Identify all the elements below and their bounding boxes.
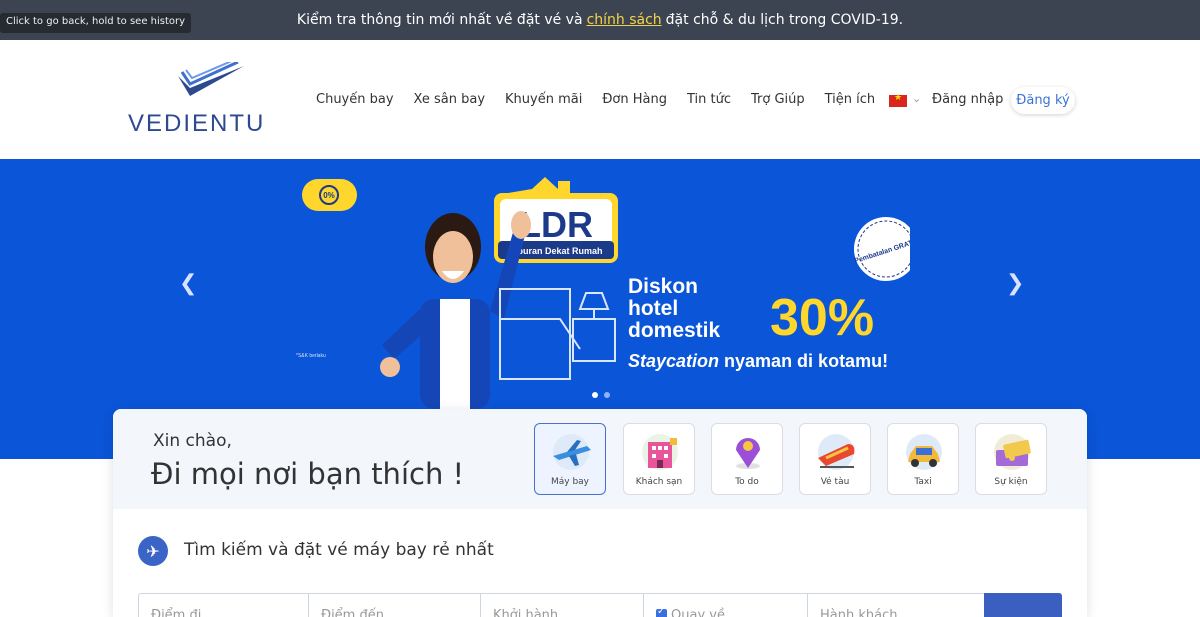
plane-badge-icon: ✈	[138, 536, 168, 566]
search-title: Tìm kiếm và đặt vé máy bay rẻ nhất	[184, 540, 494, 560]
ticket-icon	[994, 434, 1031, 470]
service-label: Khách sạn	[635, 477, 683, 487]
ldr-subtitle: Liburan Dekat Rumah	[509, 246, 602, 256]
badge-text: 0%	[323, 191, 335, 200]
main-nav: Chuyến bay Xe sân bay Khuyến mãi Đơn Hàn…	[316, 92, 895, 107]
service-hotels[interactable]: Khách sạn	[623, 423, 695, 495]
nav-utilities[interactable]: Tiện ích	[825, 92, 876, 107]
register-button[interactable]: Đăng ký	[1011, 87, 1075, 114]
discount-value: 30%	[770, 289, 874, 347]
nav-news[interactable]: Tin tức	[687, 92, 731, 107]
return-checkbox[interactable]	[656, 606, 667, 617]
carousel-dot[interactable]	[592, 392, 598, 398]
carousel-next-icon[interactable]: ❯	[1006, 271, 1024, 296]
notice-text-after: đặt chỗ & du lịch trong COVID-19.	[665, 12, 904, 28]
fineprint: *S&K berlaku	[296, 353, 326, 359]
service-label: Taxi	[914, 477, 932, 487]
promo-line-3: domestik	[628, 319, 721, 342]
service-label: Máy bay	[550, 477, 590, 487]
tagline-emphasis: Staycation	[628, 351, 719, 371]
svg-text:Staycation nyaman di kotamu!: Staycation nyaman di kotamu!	[628, 351, 888, 371]
nav-flights[interactable]: Chuyến bay	[316, 92, 394, 107]
train-icon	[818, 434, 855, 470]
destination-field[interactable]: Điểm đến	[309, 594, 481, 617]
search-button[interactable]	[984, 593, 1062, 617]
notice-text-before: Kiểm tra thông tin mới nhất về đặt vé và	[296, 12, 583, 28]
service-taxi[interactable]: Taxi	[887, 423, 959, 495]
promo-banner[interactable]: 0% LDR Liburan Dekat Rumah Pembatalan GR…	[290, 159, 910, 409]
nav-airport-transfer[interactable]: Xe sân bay	[414, 92, 485, 107]
service-label: To do	[735, 477, 759, 487]
service-todo[interactable]: To do	[711, 423, 783, 495]
greeting-text: Xin chào,	[153, 431, 232, 451]
passengers-field[interactable]: Hành khách	[808, 594, 985, 617]
airplane-icon	[553, 434, 591, 470]
slogan-heading: Đi mọi nơi bạn thích !	[151, 457, 465, 491]
tagline-text: nyaman di kotamu!	[719, 351, 888, 371]
taxi-icon	[906, 434, 942, 470]
nav-help[interactable]: Trợ Giúp	[751, 92, 805, 107]
back-tooltip: Click to go back, hold to see history	[0, 13, 192, 33]
return-label: Quay về	[671, 608, 725, 617]
login-link[interactable]: Đăng nhập	[932, 92, 1003, 107]
service-events[interactable]: Sự kiện	[975, 423, 1047, 495]
service-label: Sự kiện	[994, 477, 1028, 487]
service-flights[interactable]: Máy bay	[534, 423, 606, 495]
chevron-down-icon[interactable]: ⌄	[912, 92, 921, 105]
carousel-prev-icon[interactable]: ❮	[179, 271, 197, 296]
depart-date-field[interactable]: Khởi hành	[481, 594, 644, 617]
booking-panel: Xin chào, Đi mọi nơi bạn thích ! Máy bay…	[113, 409, 1087, 617]
map-pin-icon	[736, 438, 760, 469]
flight-search-form: Điểm đi Điểm đến Khởi hành Quay về Hành …	[138, 593, 1062, 617]
promo-line-2: hotel	[628, 297, 678, 320]
nav-promotions[interactable]: Khuyến mãi	[505, 92, 582, 107]
logo-text[interactable]: VEDIENTU	[128, 110, 265, 138]
service-label: Vé tàu	[820, 477, 850, 487]
policy-link[interactable]: chính sách	[587, 12, 662, 28]
carousel-dot[interactable]	[604, 392, 610, 398]
origin-field[interactable]: Điểm đi	[139, 594, 309, 617]
hotel-icon	[642, 434, 678, 470]
service-trains[interactable]: Vé tàu	[799, 423, 871, 495]
nav-orders[interactable]: Đơn Hàng	[602, 92, 667, 107]
promo-line-1: Diskon	[628, 275, 698, 298]
carousel-dots	[592, 392, 610, 398]
return-field[interactable]: Quay về	[644, 594, 808, 617]
vietnam-flag-icon[interactable]	[889, 93, 907, 107]
